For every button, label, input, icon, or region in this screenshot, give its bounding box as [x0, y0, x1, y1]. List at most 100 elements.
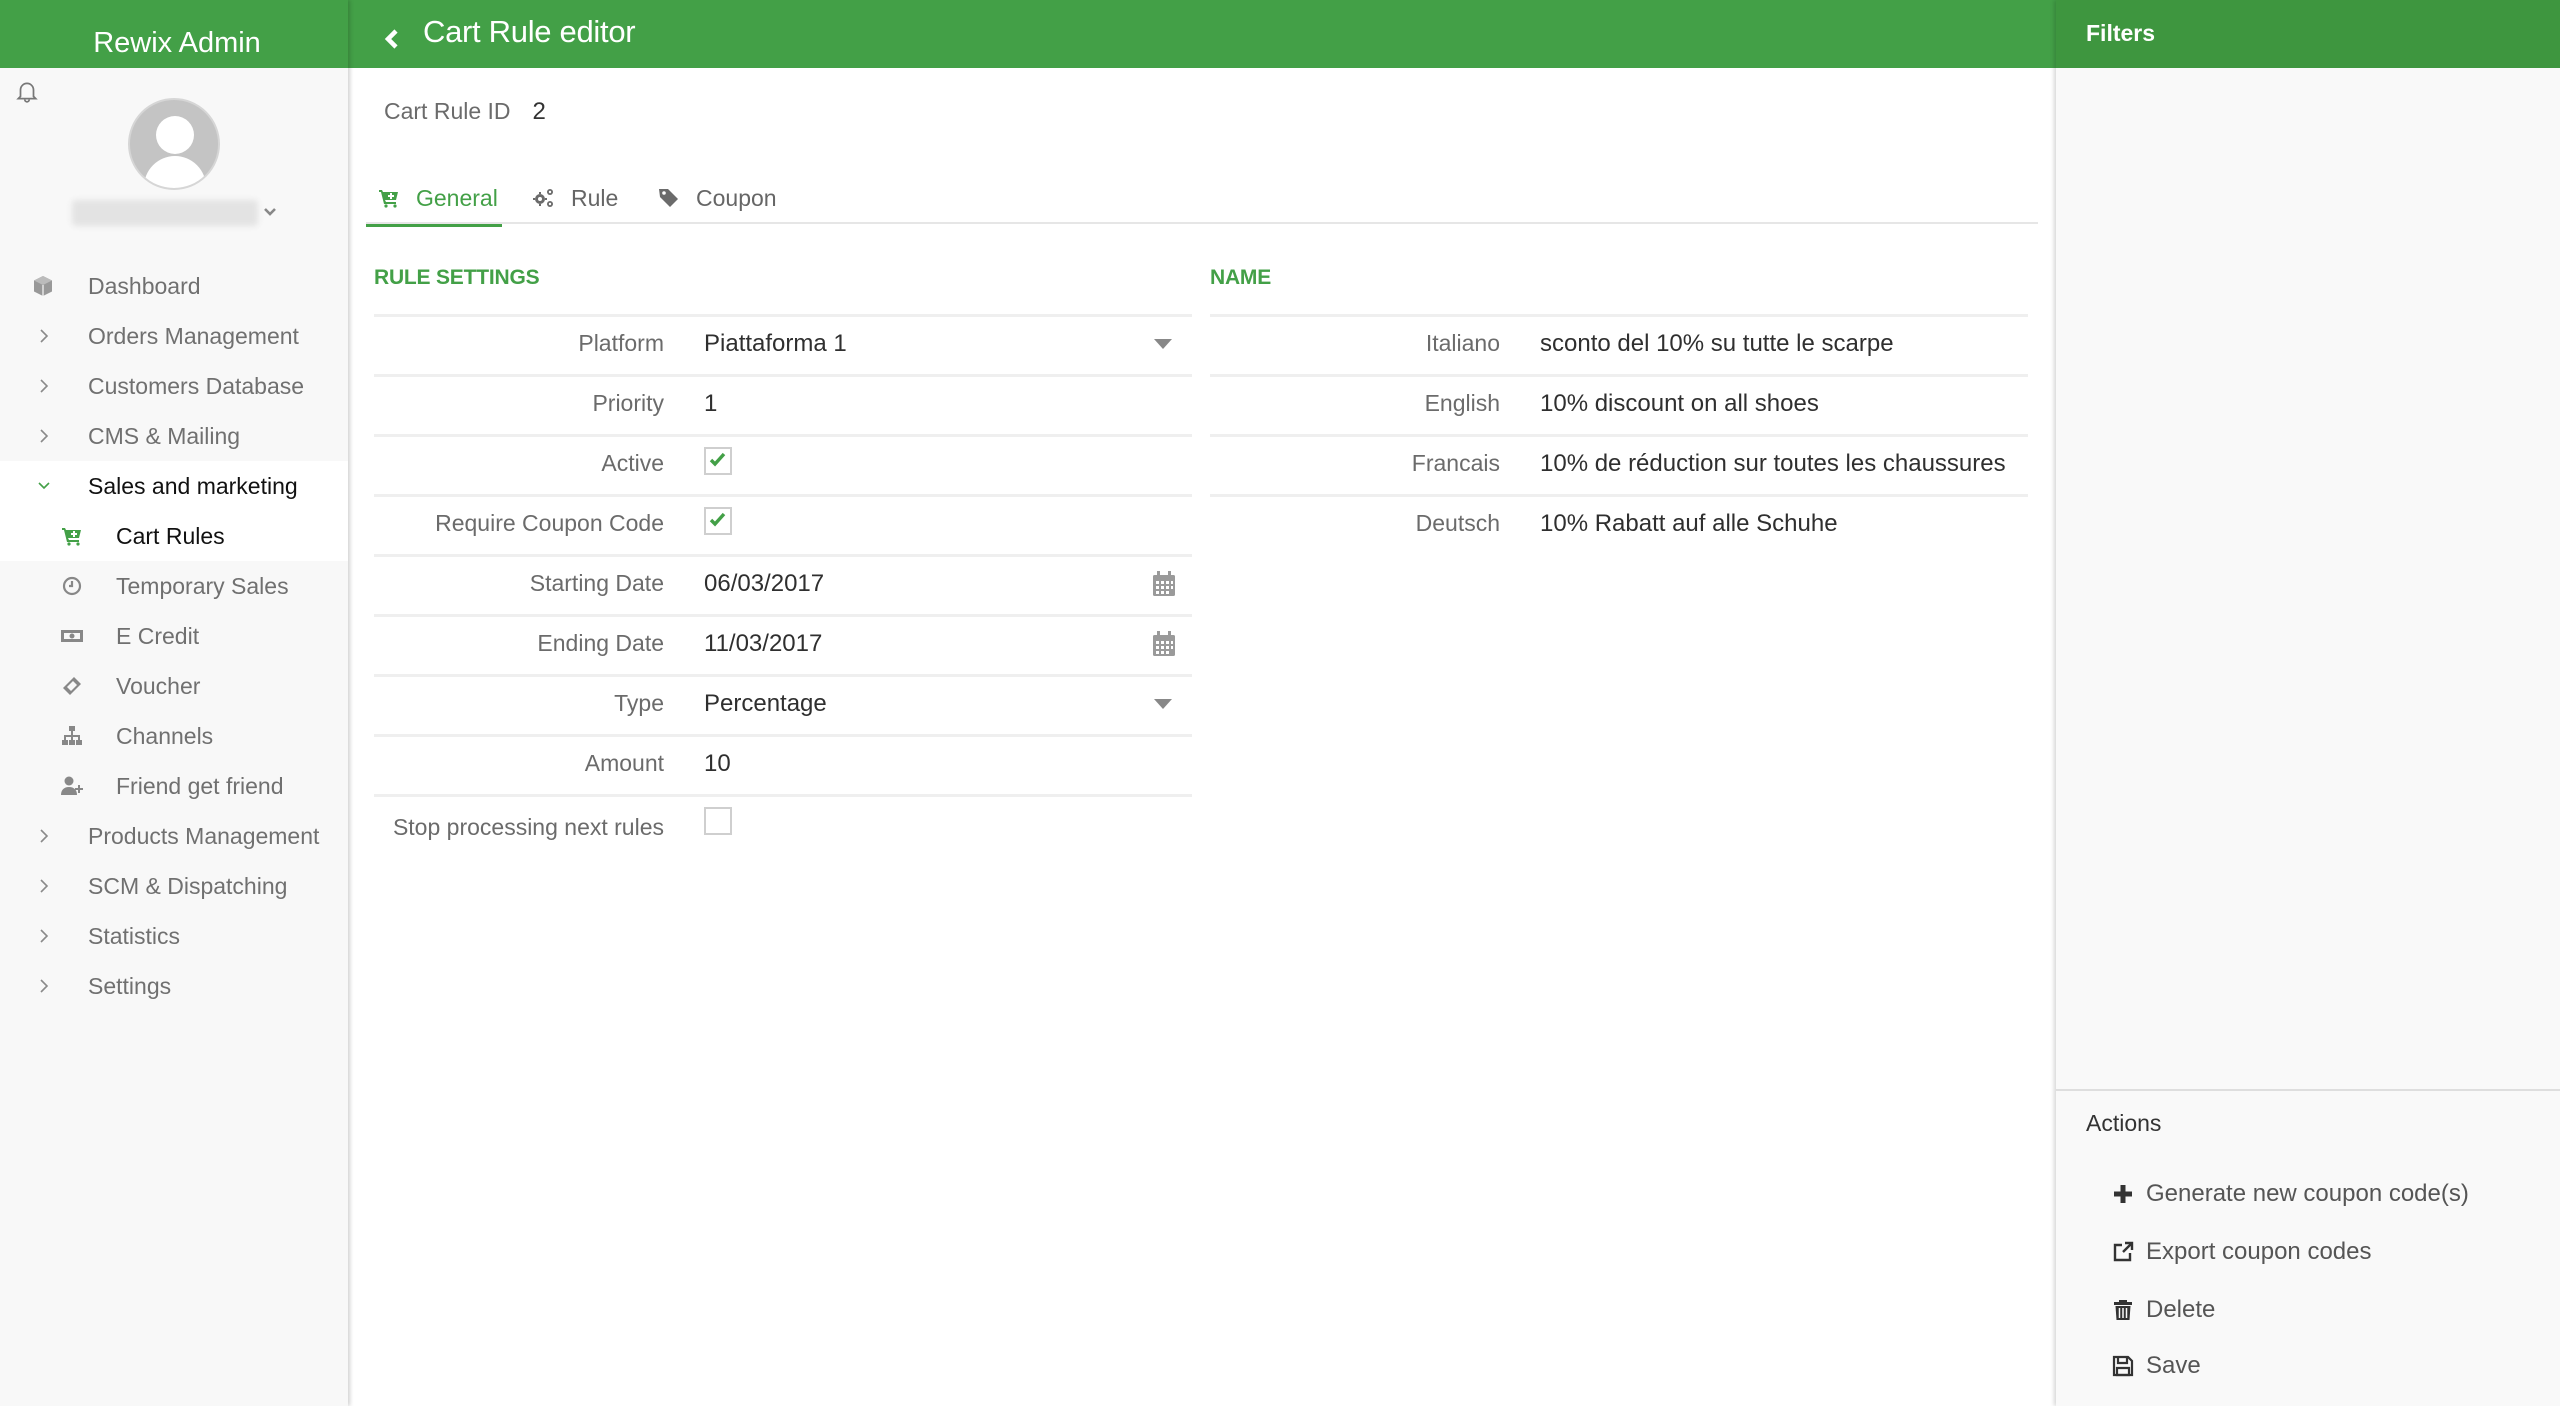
money-icon [61, 630, 83, 642]
ending-date-label: Ending Date [537, 630, 664, 656]
sidebar-item-products-management[interactable]: Products Management [0, 811, 348, 861]
tab-bar: General Rule Coupon [366, 172, 2038, 227]
generate-coupon-codes-button[interactable]: Generate new coupon code(s) [2112, 1180, 2469, 1208]
sidebar-item-label: Channels [116, 722, 214, 749]
chevron-left-icon[interactable] [378, 24, 406, 54]
stop-processing-row: Stop processing next rules [374, 794, 1192, 854]
action-label: Generate new coupon code(s) [2146, 1180, 2469, 1207]
check-icon [709, 452, 726, 467]
chevron-right-icon [40, 429, 49, 443]
filters-title: Filters [2056, 0, 2560, 68]
amount-input[interactable] [694, 737, 1192, 794]
sidebar-item-cart-rules[interactable]: Cart Rules [0, 511, 348, 561]
chevron-down-icon[interactable] [262, 204, 278, 220]
active-row: Active [374, 434, 1192, 494]
sidebar-item-scm-dispatching[interactable]: SCM & Dispatching [0, 861, 348, 911]
export-coupon-codes-button[interactable]: Export coupon codes [2112, 1238, 2371, 1266]
actions-title: Actions [2086, 1110, 2162, 1136]
calendar-icon[interactable] [1152, 571, 1176, 597]
right-panel: Filters Actions Generate new coupon code… [2056, 0, 2560, 1406]
tab-rule[interactable]: Rule [531, 172, 618, 224]
active-checkbox[interactable] [704, 447, 732, 475]
sidebar-item-label: E Credit [116, 622, 200, 649]
sidebar-item-label: Sales and marketing [88, 472, 298, 499]
avatar[interactable] [128, 98, 220, 190]
chevron-down-icon [38, 482, 50, 490]
cart-plus-icon [62, 528, 81, 546]
require-coupon-checkbox[interactable] [704, 507, 732, 535]
starting-date-row: Starting Date 06/03/2017 [374, 554, 1192, 614]
sidebar-nav: Dashboard Orders Management Customers Da… [0, 261, 348, 1011]
name-section: NAME Italiano sconto del 10% su tutte le… [1210, 258, 2028, 554]
tab-label: Rule [571, 184, 619, 211]
priority-input[interactable] [694, 377, 1192, 434]
platform-label: Platform [578, 330, 664, 356]
sidebar-item-temporary-sales[interactable]: Temporary Sales [0, 561, 348, 611]
stop-processing-checkbox[interactable] [704, 807, 732, 835]
sidebar-item-cms-mailing[interactable]: CMS & Mailing [0, 411, 348, 461]
sidebar-item-channels[interactable]: Channels [0, 711, 348, 761]
name-label: Deutsch [1415, 510, 1500, 536]
sidebar-item-e-credit[interactable]: E Credit [0, 611, 348, 661]
sidebar-item-friend-get-friend[interactable]: Friend get friend [0, 761, 348, 811]
platform-value: Piattaforma 1 [704, 330, 847, 357]
sidebar-item-label: Dashboard [88, 272, 201, 299]
action-label: Delete [2146, 1296, 2216, 1323]
ending-date-value: 11/03/2017 [704, 630, 823, 657]
sidebar-item-dashboard[interactable]: Dashboard [0, 261, 348, 311]
save-button[interactable]: Save [2112, 1352, 2201, 1380]
sidebar-item-settings[interactable]: Settings [0, 961, 348, 1011]
sidebar-item-label: Temporary Sales [116, 572, 289, 599]
sitemap-icon [62, 726, 82, 745]
delete-button[interactable]: Delete [2112, 1296, 2215, 1324]
chevron-right-icon [40, 979, 49, 993]
name-label: Italiano [1425, 330, 1500, 356]
active-label: Active [601, 450, 664, 476]
section-title: RULE SETTINGS [374, 266, 540, 289]
tab-label: Coupon [696, 184, 777, 211]
type-row: Type Percentage [374, 674, 1192, 734]
sidebar: Rewix Admin blurred@user.mail Dashboard … [0, 0, 348, 1406]
plus-icon [2114, 1185, 2132, 1203]
main-content: Cart Rule ID 2 General Rule Coupon RULE S… [348, 68, 2056, 1406]
sidebar-item-statistics[interactable]: Statistics [0, 911, 348, 961]
cube-icon [34, 276, 52, 296]
section-title: NAME [1210, 266, 1272, 289]
clock-icon [62, 576, 82, 596]
type-value: Percentage [704, 690, 827, 717]
sidebar-item-label: Cart Rules [116, 522, 225, 549]
priority-row: Priority 1 [374, 374, 1192, 434]
chevron-right-icon [40, 879, 49, 893]
caret-down-icon [1154, 699, 1172, 709]
sidebar-item-label: CMS & Mailing [88, 422, 241, 449]
calendar-icon[interactable] [1152, 631, 1176, 657]
cart-plus-icon [379, 190, 398, 208]
tab-coupon[interactable]: Coupon [656, 172, 777, 224]
name-value: sconto del 10% su tutte le scarpe [1540, 330, 1894, 357]
sidebar-item-orders-management[interactable]: Orders Management [0, 311, 348, 361]
sidebar-item-voucher[interactable]: Voucher [0, 661, 348, 711]
divider [2056, 1089, 2560, 1091]
user-email[interactable]: blurred@user.mail [72, 200, 258, 226]
sidebar-item-label: SCM & Dispatching [88, 872, 288, 899]
platform-row: Platform Piattaforma 1 [374, 314, 1192, 374]
cart-rule-id-label: Cart Rule ID [384, 98, 511, 124]
name-value: 10% Rabatt auf alle Schuhe [1540, 510, 1838, 537]
bell-icon[interactable] [14, 78, 40, 104]
sidebar-item-sales-and-marketing[interactable]: Sales and marketing [0, 461, 348, 511]
require-coupon-row: Require Coupon Code [374, 494, 1192, 554]
stop-processing-label: Stop processing next rules [392, 814, 664, 840]
sidebar-item-label: Orders Management [88, 322, 299, 349]
require-coupon-label: Require Coupon Code [435, 510, 664, 536]
cart-rule-id: Cart Rule ID 2 [384, 98, 546, 126]
trash-icon [2114, 1300, 2132, 1320]
main-header: Cart Rule editor [348, 0, 2056, 68]
sidebar-item-label: Statistics [88, 922, 181, 949]
priority-value: 1 [704, 390, 718, 417]
amount-row: Amount 10 [374, 734, 1192, 794]
sidebar-item-customers-database[interactable]: Customers Database [0, 361, 348, 411]
name-label: English [1424, 390, 1500, 416]
amount-label: Amount [584, 750, 664, 776]
tab-general[interactable]: General [366, 172, 502, 227]
chevron-right-icon [40, 829, 49, 843]
